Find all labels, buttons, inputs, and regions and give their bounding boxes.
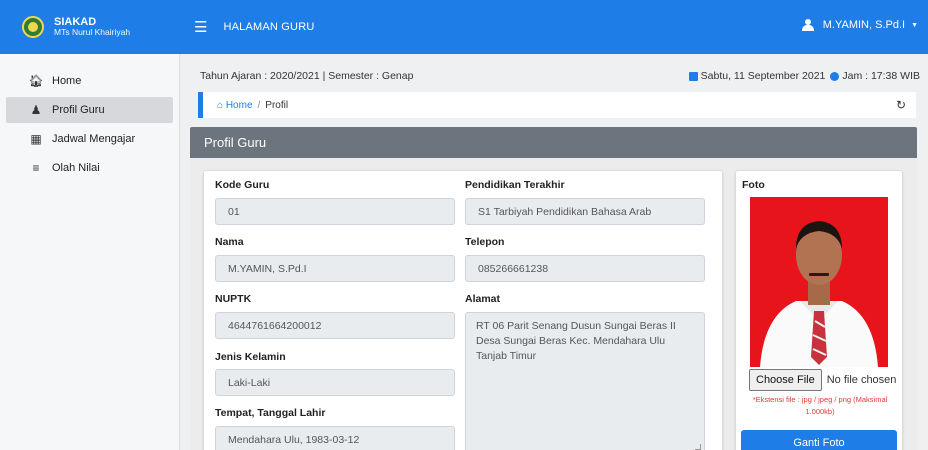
telepon-field[interactable]: 085266661238 bbox=[465, 255, 705, 282]
brand-subtitle: MTs Nurul Khairiyah bbox=[54, 27, 131, 38]
resize-handle-icon[interactable] bbox=[695, 444, 701, 450]
clock-icon bbox=[830, 71, 840, 81]
school-logo-icon bbox=[22, 16, 44, 38]
sidebar-item-home[interactable]: 🏠︎ Home bbox=[6, 68, 173, 94]
file-status: No file chosen bbox=[826, 374, 897, 386]
page-header-title: HALAMAN GURU bbox=[223, 21, 315, 33]
profile-photo bbox=[750, 197, 888, 367]
sidebar-item-label: Jadwal Mengajar bbox=[52, 133, 136, 145]
nama-label: Nama bbox=[215, 236, 244, 248]
file-input[interactable]: Choose File No file chosen bbox=[749, 369, 896, 391]
calendar-icon bbox=[688, 71, 698, 81]
jenis-kelamin-field[interactable]: Laki-Laki bbox=[215, 369, 455, 396]
breadcrumb-home[interactable]: ⌂ Home bbox=[217, 100, 253, 111]
kode-guru-label: Kode Guru bbox=[215, 179, 270, 191]
breadcrumb-separator: / bbox=[257, 99, 261, 111]
sidebar-item-label: Olah Nilai bbox=[52, 162, 100, 174]
user-icon bbox=[801, 19, 815, 31]
file-extension-note: *Ekstensi file : jpg / jpeg / png (Maksi… bbox=[752, 395, 888, 416]
sidebar-item-label: Profil Guru bbox=[52, 104, 105, 116]
nuptk-field[interactable]: 4644761664200012 bbox=[215, 312, 455, 339]
nuptk-label: NUPTK bbox=[215, 293, 252, 305]
telepon-label: Telepon bbox=[465, 236, 505, 248]
hamburger-icon[interactable]: ☰ bbox=[194, 18, 207, 36]
brand[interactable]: SIAKAD MTs Nurul Khairiyah bbox=[0, 0, 180, 54]
breadcrumb: ⌂ Home / Profil ↻ bbox=[198, 92, 916, 118]
breadcrumb-current: Profil bbox=[265, 99, 289, 111]
info-row: Tahun Ajaran : 2020/2021 | Semester : Ge… bbox=[190, 70, 920, 84]
current-date: Sabtu, 11 September 2021 bbox=[700, 70, 826, 82]
ttl-field[interactable]: Mendahara Ulu, 1983-03-12 bbox=[215, 426, 455, 450]
sidebar: 🏠︎ Home ♟ Profil Guru ▦ Jadwal Mengajar … bbox=[0, 54, 180, 450]
nama-field[interactable]: M.YAMIN, S.Pd.I bbox=[215, 255, 455, 282]
user-menu[interactable]: M.YAMIN, S.Pd.I ▼ bbox=[801, 19, 918, 31]
jenis-kelamin-label: Jenis Kelamin bbox=[215, 351, 286, 363]
current-time: Jam : 17:38 WIB bbox=[842, 70, 920, 82]
alamat-textarea[interactable]: RT 06 Parit Senang Dusun Sungai Beras II… bbox=[465, 312, 705, 450]
sidebar-item-label: Home bbox=[52, 75, 82, 87]
pendidikan-label: Pendidikan Terakhir bbox=[465, 179, 565, 191]
academic-year-text: Tahun Ajaran : 2020/2021 | Semester : Ge… bbox=[200, 70, 414, 82]
panel-title: Profil Guru bbox=[190, 127, 917, 158]
refresh-icon[interactable]: ↻ bbox=[896, 98, 906, 112]
home-icon: 🏠︎ bbox=[28, 74, 44, 88]
sidebar-item-jadwal-mengajar[interactable]: ▦ Jadwal Mengajar bbox=[6, 126, 173, 152]
pendidikan-field[interactable]: S1 Tarbiyah Pendidikan Bahasa Arab bbox=[465, 198, 705, 225]
sidebar-item-olah-nilai[interactable]: ≡ Olah Nilai bbox=[6, 155, 173, 181]
choose-file-button[interactable]: Choose File bbox=[749, 369, 822, 391]
user-tie-icon: ♟ bbox=[30, 103, 42, 117]
ganti-foto-button[interactable]: Ganti Foto bbox=[741, 430, 897, 450]
alamat-label: Alamat bbox=[465, 293, 501, 305]
list-icon: ≡ bbox=[32, 161, 40, 175]
photo-label: Foto bbox=[742, 179, 765, 191]
ttl-label: Tempat, Tanggal Lahir bbox=[215, 407, 326, 419]
user-name: M.YAMIN, S.Pd.I bbox=[822, 19, 906, 31]
calendar-icon: ▦ bbox=[30, 132, 42, 146]
kode-guru-field[interactable]: 01 bbox=[215, 198, 455, 225]
topbar: ☰ HALAMAN GURU M.YAMIN, S.Pd.I ▼ bbox=[180, 0, 928, 54]
chevron-down-icon: ▼ bbox=[911, 21, 918, 29]
sidebar-item-profil-guru[interactable]: ♟ Profil Guru bbox=[6, 97, 173, 123]
